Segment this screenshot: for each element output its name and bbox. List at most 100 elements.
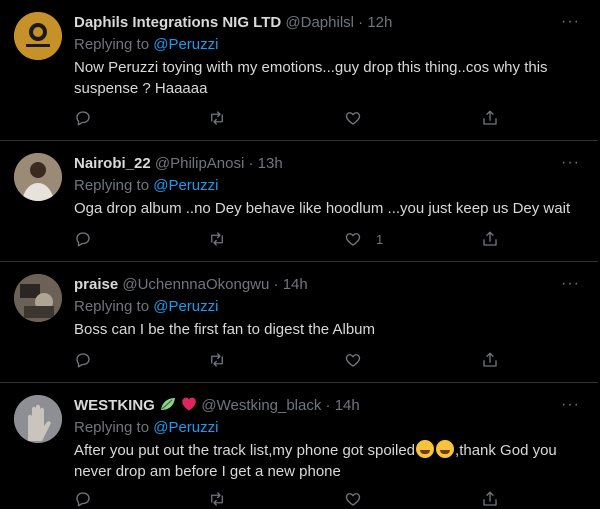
- reply-icon: [76, 353, 90, 368]
- like-icon: [345, 112, 361, 125]
- tweet-text-line: After you put out the track list,my phon…: [74, 440, 584, 461]
- like-button[interactable]: [344, 489, 376, 509]
- more-options-button[interactable]: ···: [561, 153, 580, 173]
- reply-button[interactable]: [74, 108, 92, 128]
- share-button[interactable]: [481, 350, 499, 370]
- retweet-icon: [211, 353, 223, 367]
- more-options-button[interactable]: ···: [561, 395, 580, 415]
- tweet-actions: 1: [74, 229, 514, 249]
- share-icon: [483, 491, 497, 506]
- replying-to: Replying to @Peruzzi: [74, 176, 218, 196]
- reply-button[interactable]: [74, 229, 92, 249]
- tweet-text: Boss can I be the first fan to digest th…: [74, 319, 574, 340]
- retweet-button[interactable]: [208, 489, 226, 509]
- avatar[interactable]: [14, 274, 62, 322]
- retweet-icon: [211, 492, 223, 506]
- timestamp[interactable]: 13h: [258, 155, 283, 172]
- display-name[interactable]: Daphils Integrations NIG LTD: [74, 14, 281, 31]
- like-icon: [345, 233, 361, 246]
- replying-prefix: Replying to: [74, 177, 150, 194]
- share-icon: [483, 110, 497, 125]
- tweet-text-segment: ,thank God you: [455, 442, 557, 459]
- like-icon: [345, 493, 361, 506]
- tweet-header: praise @UchennnaOkongwu · 14h: [74, 275, 308, 295]
- timestamp[interactable]: 14h: [283, 276, 308, 293]
- retweet-icon: [211, 232, 223, 246]
- user-photo-icon: [14, 153, 62, 201]
- tweet[interactable]: praise @UchennnaOkongwu · 14h ··· Replyi…: [0, 262, 598, 383]
- replying-prefix: Replying to: [74, 298, 150, 315]
- separator-dot: ·: [358, 14, 364, 31]
- user-photo-icon: [14, 274, 62, 322]
- tweet-actions: [74, 489, 514, 509]
- reply-icon: [76, 232, 90, 247]
- replying-prefix: Replying to: [74, 36, 150, 53]
- timestamp[interactable]: 12h: [367, 14, 392, 31]
- tweet[interactable]: Daphils Integrations NIG LTD @Daphilsl ·…: [0, 0, 598, 141]
- tweet-text: Now Peruzzi toying with my emotions...gu…: [74, 57, 574, 99]
- share-button[interactable]: [481, 108, 499, 128]
- like-button[interactable]: [344, 108, 376, 128]
- user-handle[interactable]: @Westking_black: [201, 397, 321, 414]
- tweet-text: Oga drop album ..no Dey behave like hood…: [74, 198, 574, 219]
- tweet-text-line: Now Peruzzi toying with my emotions...gu…: [74, 59, 548, 76]
- user-photo-icon: [14, 395, 62, 443]
- mention-link[interactable]: @Peruzzi: [153, 419, 218, 436]
- display-name[interactable]: praise: [74, 276, 118, 293]
- mention-link[interactable]: @Peruzzi: [153, 36, 218, 53]
- user-handle[interactable]: @PhilipAnosi: [155, 155, 244, 172]
- tweet-actions: [74, 350, 514, 370]
- mention-link[interactable]: @Peruzzi: [153, 177, 218, 194]
- reply-icon: [76, 492, 90, 507]
- separator-dot: ·: [325, 397, 331, 414]
- user-handle[interactable]: @Daphilsl: [285, 14, 354, 31]
- display-name[interactable]: WESTKING: [74, 397, 155, 414]
- replying-to: Replying to @Peruzzi: [74, 418, 218, 438]
- company-logo-icon: [14, 12, 62, 60]
- leaf-icon: [161, 398, 176, 410]
- like-button[interactable]: [344, 350, 376, 370]
- avatar[interactable]: [14, 12, 62, 60]
- avatar[interactable]: [14, 153, 62, 201]
- tweet[interactable]: Nairobi_22 @PhilipAnosi · 13h ··· Replyi…: [0, 141, 598, 262]
- share-button[interactable]: [481, 229, 499, 249]
- smiling-emoji-icon: [436, 440, 455, 458]
- replying-to: Replying to @Peruzzi: [74, 35, 218, 55]
- reply-button[interactable]: [74, 350, 92, 370]
- separator-dot: ·: [273, 276, 279, 293]
- tweet-text-line: suspense ? Haaaaa: [74, 80, 208, 97]
- retweet-button[interactable]: [208, 229, 226, 249]
- reply-button[interactable]: [74, 489, 92, 509]
- like-count: 1: [376, 231, 384, 247]
- replying-to: Replying to @Peruzzi: [74, 297, 218, 317]
- share-icon: [483, 231, 497, 246]
- like-button[interactable]: 1: [344, 229, 383, 249]
- heart-emoji-icon: [182, 397, 196, 411]
- retweet-icon: [211, 111, 223, 125]
- user-handle[interactable]: @UchennnaOkongwu: [122, 276, 269, 293]
- tweet-header: WESTKING @Westking_black · 14h: [74, 396, 360, 416]
- tweet-text-line: never drop am before I get a new phone: [74, 463, 341, 480]
- avatar[interactable]: [14, 395, 62, 443]
- tweet-text-line: Boss can I be the first fan to digest th…: [74, 321, 376, 338]
- retweet-button[interactable]: [208, 108, 226, 128]
- retweet-button[interactable]: [208, 350, 226, 370]
- laughing-emoji-icon: [416, 440, 435, 458]
- tweet-text-segment: After you put out the track list,my phon…: [74, 442, 416, 459]
- replying-prefix: Replying to: [74, 419, 150, 436]
- share-button[interactable]: [481, 489, 499, 509]
- separator-dot: ·: [248, 155, 254, 172]
- display-name[interactable]: Nairobi_22: [74, 155, 151, 172]
- mention-link[interactable]: @Peruzzi: [153, 298, 218, 315]
- share-icon: [483, 352, 497, 367]
- more-options-button[interactable]: ···: [561, 12, 580, 32]
- tweet-actions: [74, 108, 514, 128]
- more-options-button[interactable]: ···: [561, 274, 580, 294]
- tweet-text: After you put out the track list,my phon…: [74, 440, 584, 482]
- reply-icon: [76, 111, 90, 126]
- tweet-header: Nairobi_22 @PhilipAnosi · 13h: [74, 154, 283, 174]
- tweet-text-line: Oga drop album ..no Dey behave like hood…: [74, 200, 571, 217]
- timestamp[interactable]: 14h: [335, 397, 360, 414]
- like-icon: [345, 354, 361, 367]
- tweet[interactable]: WESTKING @Westking_black · 14h ··· Reply…: [0, 383, 598, 507]
